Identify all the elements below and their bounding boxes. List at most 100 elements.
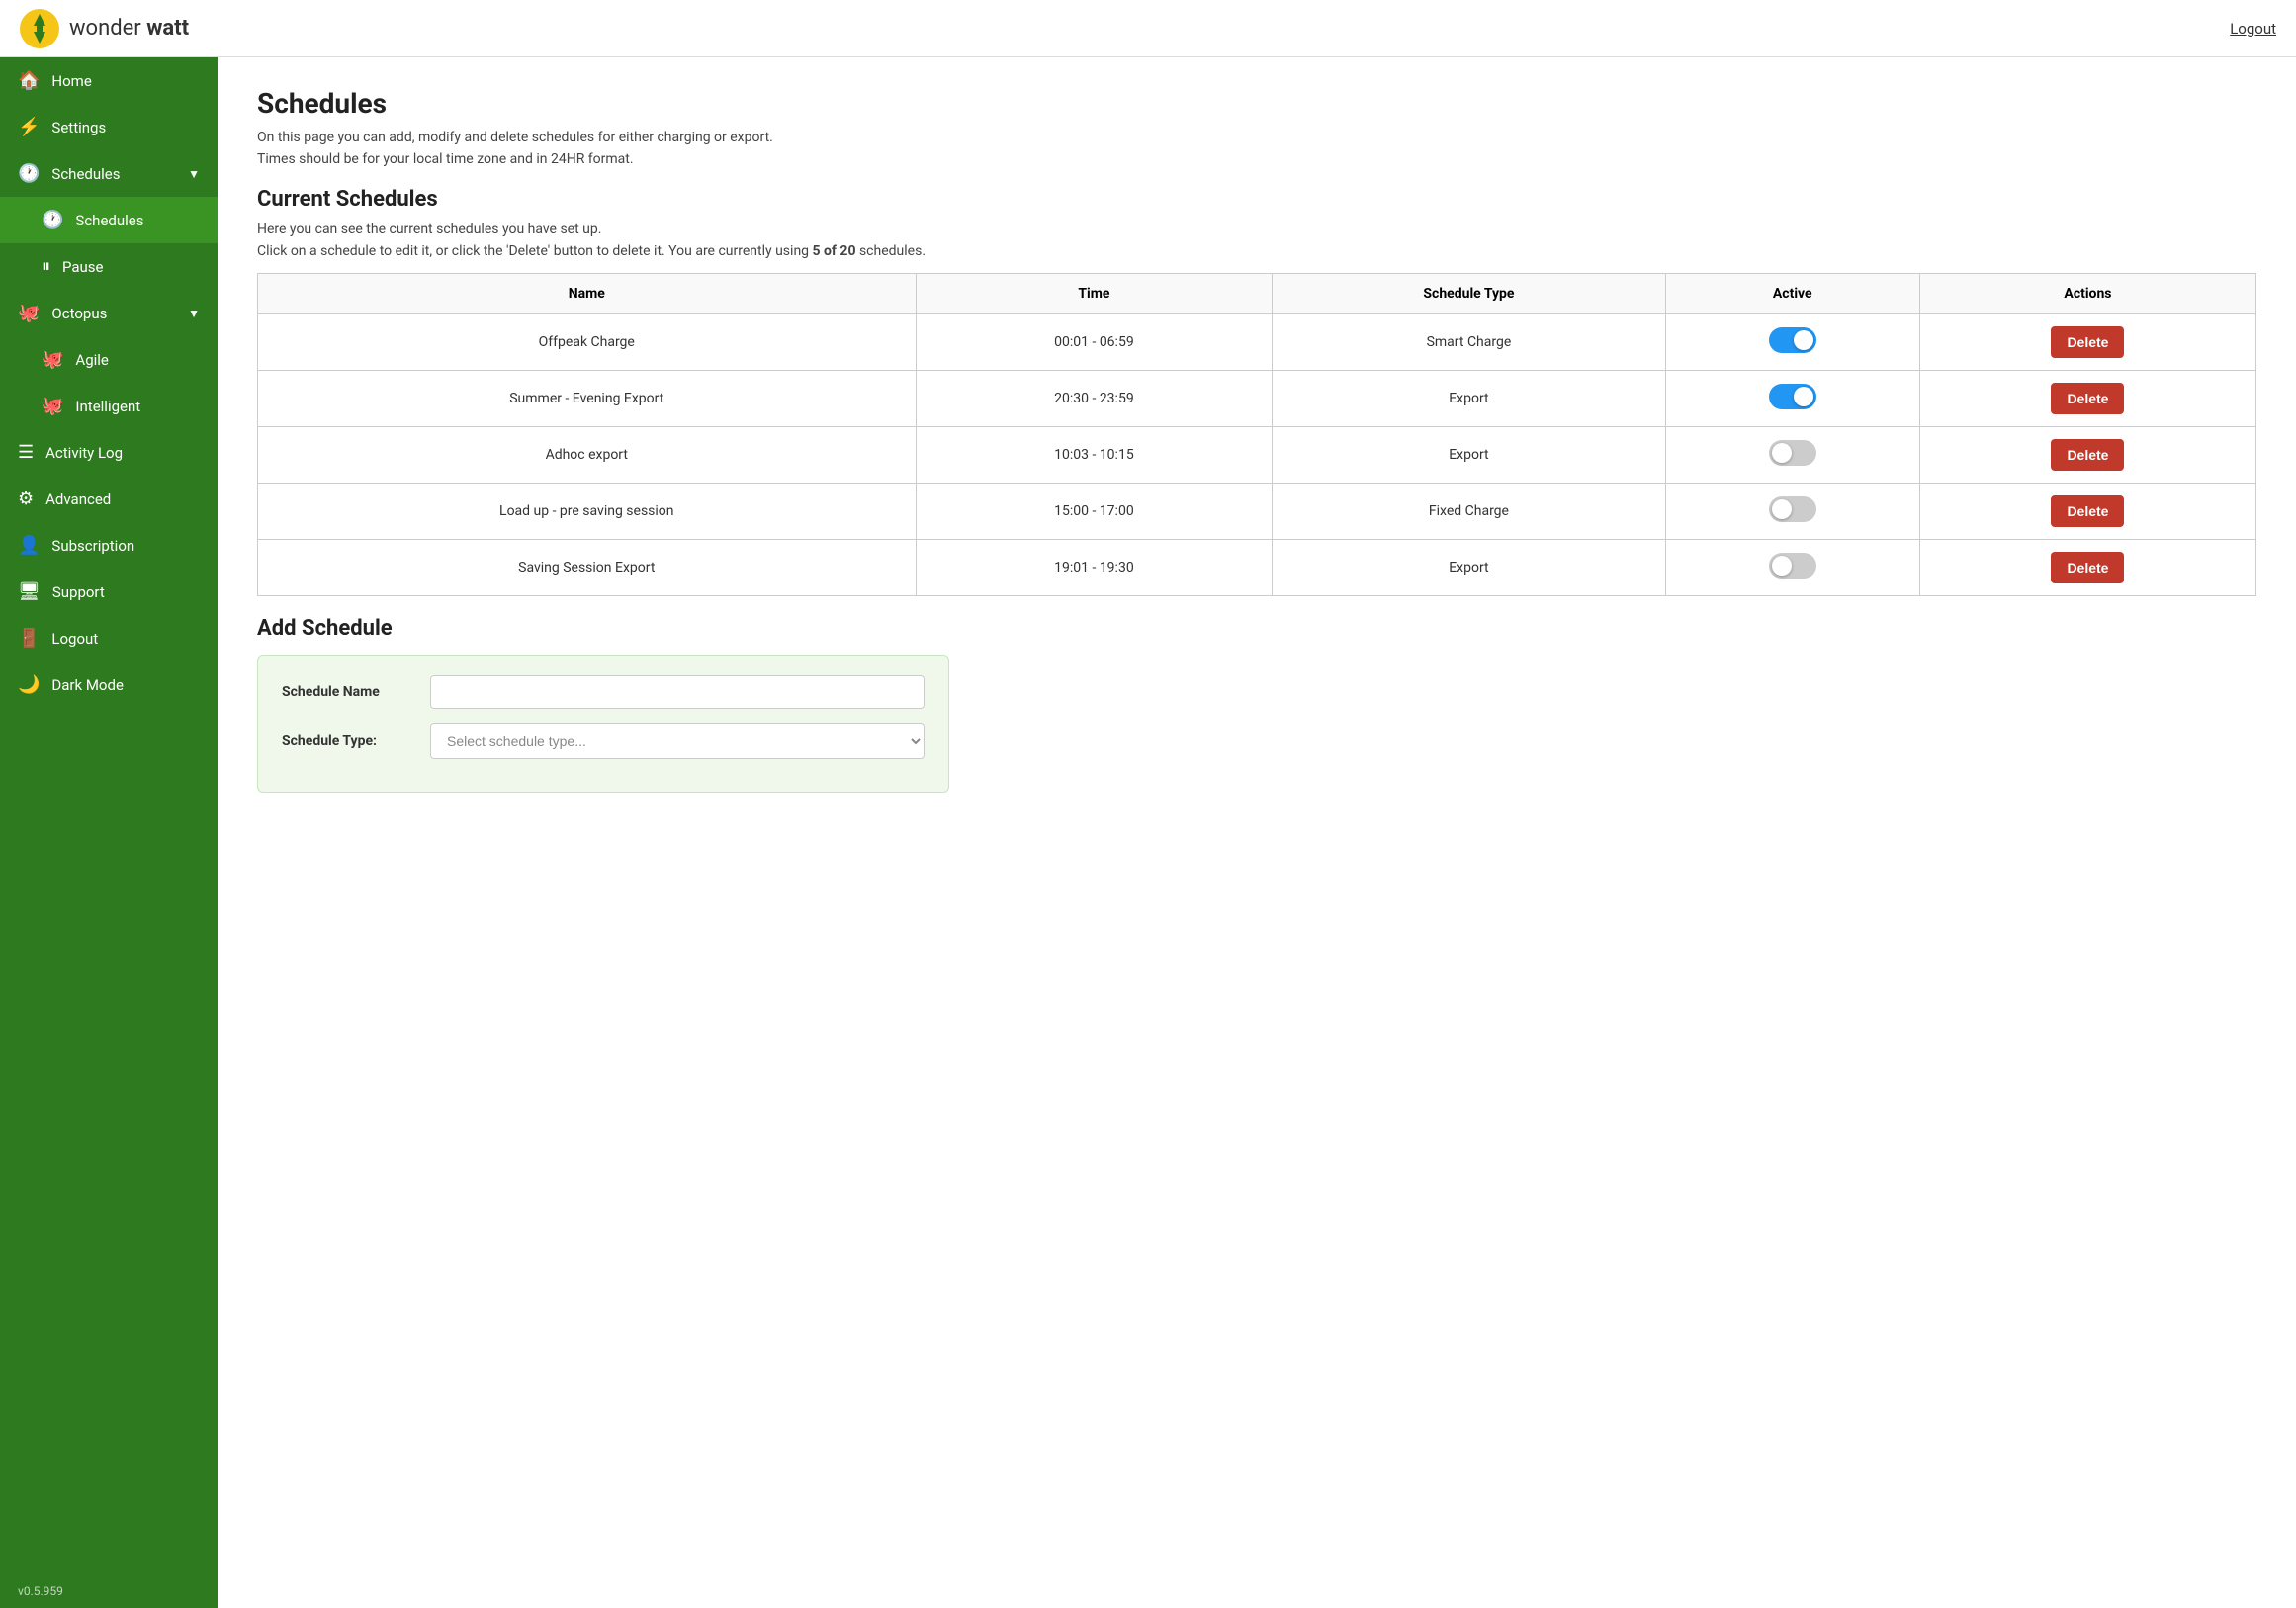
delete-button[interactable]: Delete — [2051, 495, 2124, 527]
toggle-switch[interactable] — [1769, 440, 1816, 466]
schedule-tbody: Offpeak Charge00:01 - 06:59Smart Charge D… — [258, 314, 2256, 596]
table-row[interactable]: Summer - Evening Export20:30 - 23:59Expo… — [258, 371, 2256, 427]
cell-name: Load up - pre saving session — [258, 484, 917, 540]
cell-type: Export — [1273, 427, 1665, 484]
chevron-down-icon-octopus: ▼ — [188, 307, 200, 320]
sidebar-item-octopus[interactable]: 🐙 Octopus ▼ — [0, 290, 218, 336]
cell-name: Saving Session Export — [258, 540, 917, 596]
sidebar-label-schedules: Schedules — [51, 165, 120, 183]
form-type-label: Schedule Type: — [282, 733, 430, 749]
cell-type: Export — [1273, 371, 1665, 427]
cell-name: Offpeak Charge — [258, 314, 917, 371]
toggle-knob — [1794, 387, 1813, 406]
sidebar-label-dark-mode: Dark Mode — [51, 676, 123, 694]
table-row[interactable]: Adhoc export10:03 - 10:15ExportDelete — [258, 427, 2256, 484]
cell-time: 00:01 - 06:59 — [916, 314, 1273, 371]
sidebar-label-activity-log: Activity Log — [45, 444, 123, 462]
delete-button[interactable]: Delete — [2051, 552, 2124, 583]
header-logout-link[interactable]: Logout — [2230, 20, 2276, 38]
add-schedule-form: Schedule Name Schedule Type: Select sche… — [257, 655, 949, 793]
sidebar-item-agile[interactable]: 🐙 Agile — [0, 336, 218, 383]
sidebar-label-schedules-child: Schedules — [75, 212, 143, 229]
delete-button[interactable]: Delete — [2051, 326, 2124, 358]
home-icon: 🏠 — [18, 70, 40, 91]
cell-active — [1665, 314, 1919, 371]
cell-time: 10:03 - 10:15 — [916, 427, 1273, 484]
toggle-knob — [1772, 499, 1792, 519]
toggle-switch[interactable] — [1769, 496, 1816, 522]
schedule-type-select[interactable]: Select schedule type... Smart Charge Exp… — [430, 723, 925, 759]
sidebar-item-activity-log[interactable]: ☰ Activity Log — [0, 429, 218, 476]
sidebar-item-pause[interactable]: ⏸ Pause — [0, 243, 218, 290]
cell-type: Smart Charge — [1273, 314, 1665, 371]
cell-actions: Delete — [1919, 484, 2255, 540]
schedule-count: 5 of 20 — [813, 243, 856, 259]
delete-button[interactable]: Delete — [2051, 439, 2124, 471]
cell-active — [1665, 371, 1919, 427]
chevron-down-icon: ▼ — [188, 167, 200, 181]
sidebar-label-agile: Agile — [75, 351, 108, 369]
sidebar-item-logout[interactable]: 🚪 Logout — [0, 615, 218, 662]
user-icon: 👤 — [18, 535, 40, 556]
sidebar-item-support[interactable]: 🖥 Support — [0, 569, 218, 615]
delete-button[interactable]: Delete — [2051, 383, 2124, 414]
sidebar-label-logout: Logout — [51, 630, 98, 648]
top-header: wonder watt Logout — [0, 0, 2296, 57]
logout-icon: 🚪 — [18, 628, 40, 649]
table-row[interactable]: Load up - pre saving session15:00 - 17:0… — [258, 484, 2256, 540]
logo-icon — [20, 9, 59, 48]
sidebar-item-subscription[interactable]: 👤 Subscription — [0, 522, 218, 569]
sidebar-label-octopus: Octopus — [51, 305, 107, 322]
cell-name: Summer - Evening Export — [258, 371, 917, 427]
sidebar-version: v0.5.959 — [0, 1574, 218, 1608]
sidebar-label-intelligent: Intelligent — [75, 398, 140, 415]
toggle-switch[interactable] — [1769, 384, 1816, 409]
cell-actions: Delete — [1919, 314, 2255, 371]
table-row[interactable]: Offpeak Charge00:01 - 06:59Smart Charge D… — [258, 314, 2256, 371]
logo-area: wonder watt — [20, 9, 189, 48]
current-desc-2: Click on a schedule to edit it, or click… — [257, 243, 2256, 259]
form-name-label: Schedule Name — [282, 684, 430, 700]
toggle-switch[interactable] — [1769, 553, 1816, 579]
sidebar-label-support: Support — [52, 583, 105, 601]
sidebar-label-subscription: Subscription — [51, 537, 134, 555]
intelligent-icon: 🐙 — [42, 396, 63, 416]
logo-text: wonder watt — [69, 16, 189, 41]
cell-active — [1665, 484, 1919, 540]
toggle-switch[interactable] — [1769, 327, 1816, 353]
toggle-knob — [1794, 330, 1813, 350]
sidebar-label-settings: Settings — [51, 119, 106, 136]
col-header-actions: Actions — [1919, 274, 2255, 314]
sidebar-item-schedules-child[interactable]: 🕐 Schedules — [0, 197, 218, 243]
clock-icon: 🕐 — [18, 163, 40, 184]
cell-actions: Delete — [1919, 540, 2255, 596]
sidebar-item-settings[interactable]: ⚡ Settings — [0, 104, 218, 150]
form-row-name: Schedule Name — [282, 675, 925, 709]
clock-sub-icon: 🕐 — [42, 210, 63, 230]
octopus-icon: 🐙 — [18, 303, 40, 323]
form-row-type: Schedule Type: Select schedule type... S… — [282, 723, 925, 759]
bolt-icon: ⚡ — [18, 117, 40, 137]
page-desc-2: Times should be for your local time zone… — [257, 151, 2256, 167]
sidebar-item-advanced[interactable]: ⚙ Advanced — [0, 476, 218, 522]
cell-actions: Delete — [1919, 371, 2255, 427]
sidebar-label-advanced: Advanced — [45, 491, 111, 508]
sidebar-item-dark-mode[interactable]: 🌙 Dark Mode — [0, 662, 218, 708]
cell-time: 20:30 - 23:59 — [916, 371, 1273, 427]
schedule-name-input[interactable] — [430, 675, 925, 709]
col-header-name: Name — [258, 274, 917, 314]
sidebar-item-schedules-parent[interactable]: 🕐 Schedules ▼ — [0, 150, 218, 197]
sidebar-item-intelligent[interactable]: 🐙 Intelligent — [0, 383, 218, 429]
add-schedule-title: Add Schedule — [257, 616, 2256, 641]
sidebar-item-home[interactable]: 🏠 Home — [0, 57, 218, 104]
table-row[interactable]: Saving Session Export19:01 - 19:30Export… — [258, 540, 2256, 596]
page-desc-1: On this page you can add, modify and del… — [257, 130, 2256, 145]
cell-active — [1665, 427, 1919, 484]
sidebar: 🏠 Home ⚡ Settings 🕐 Schedules ▼ 🕐 Schedu… — [0, 57, 218, 1608]
moon-icon: 🌙 — [18, 674, 40, 695]
toggle-knob — [1772, 443, 1792, 463]
main-layout: 🏠 Home ⚡ Settings 🕐 Schedules ▼ 🕐 Schedu… — [0, 57, 2296, 1608]
support-icon: 🖥 — [18, 581, 41, 602]
cell-time: 19:01 - 19:30 — [916, 540, 1273, 596]
sidebar-label-home: Home — [51, 72, 91, 90]
